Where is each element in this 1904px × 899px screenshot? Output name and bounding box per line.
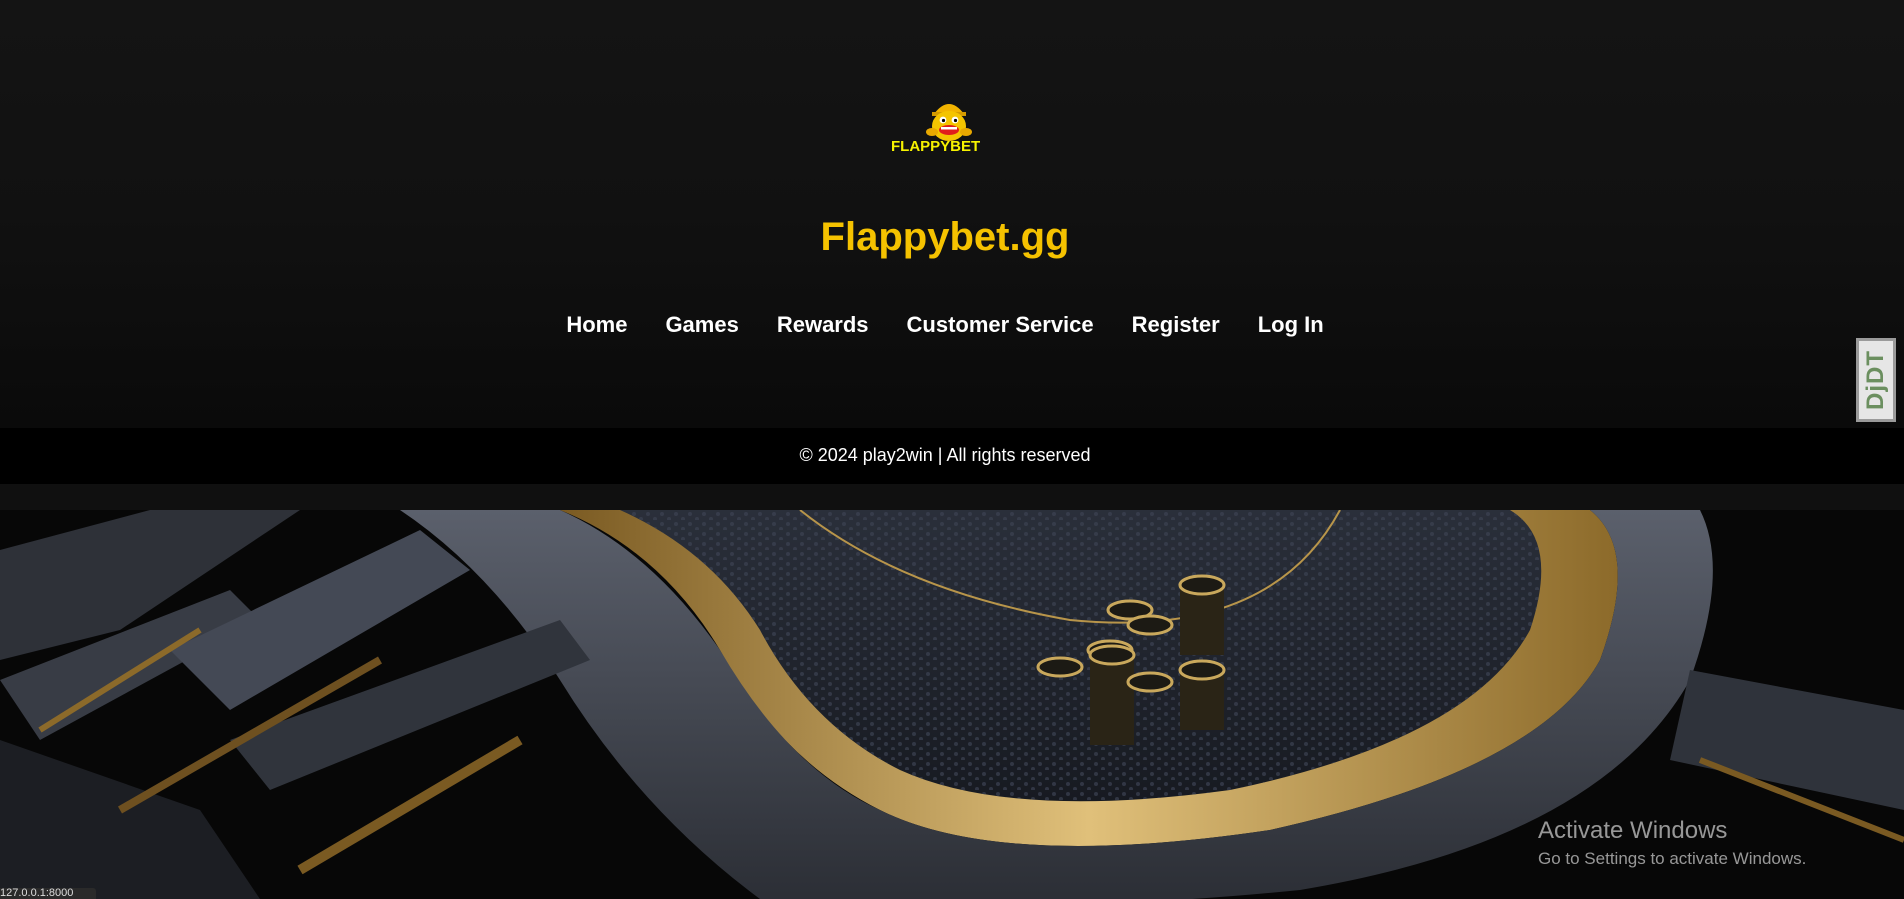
- flappy-bird-mascot-icon: FLAPPYBET: [891, 104, 980, 155]
- page: FLAPPYBET Flappybet.gg Home Games Reward…: [0, 0, 1904, 899]
- section-divider: [0, 484, 1904, 510]
- debug-toolbar-toggle[interactable]: DjDT: [1856, 338, 1896, 422]
- nav-register[interactable]: Register: [1132, 310, 1220, 340]
- watermark-subtitle: Go to Settings to activate Windows.: [1538, 849, 1807, 868]
- site-footer: © 2024 play2win | All rights reserved: [0, 428, 1904, 484]
- site-title: Flappybet.gg: [820, 215, 1070, 259]
- nav-games[interactable]: Games: [665, 310, 738, 340]
- copyright-text: © 2024 play2win | All rights reserved: [799, 445, 1091, 465]
- watermark-title: Activate Windows: [1538, 817, 1728, 844]
- windows-activation-watermark: Activate Windows Go to Settings to activ…: [1538, 816, 1806, 872]
- logo-wordmark: FLAPPYBET: [891, 138, 980, 154]
- nav-home[interactable]: Home: [566, 310, 627, 340]
- nav-customer-service[interactable]: Customer Service: [907, 310, 1094, 340]
- site-logo[interactable]: FLAPPYBET: [890, 92, 1008, 155]
- site-header: FLAPPYBET Flappybet.gg Home Games Reward…: [0, 0, 1904, 428]
- debug-toolbar-label: DjDT: [1862, 350, 1889, 410]
- nav-log-in[interactable]: Log In: [1258, 310, 1324, 340]
- main-nav: Home Games Rewards Customer Service Regi…: [0, 310, 1890, 340]
- nav-rewards[interactable]: Rewards: [777, 310, 869, 340]
- status-url: 127.0.0.1:8000: [0, 888, 96, 899]
